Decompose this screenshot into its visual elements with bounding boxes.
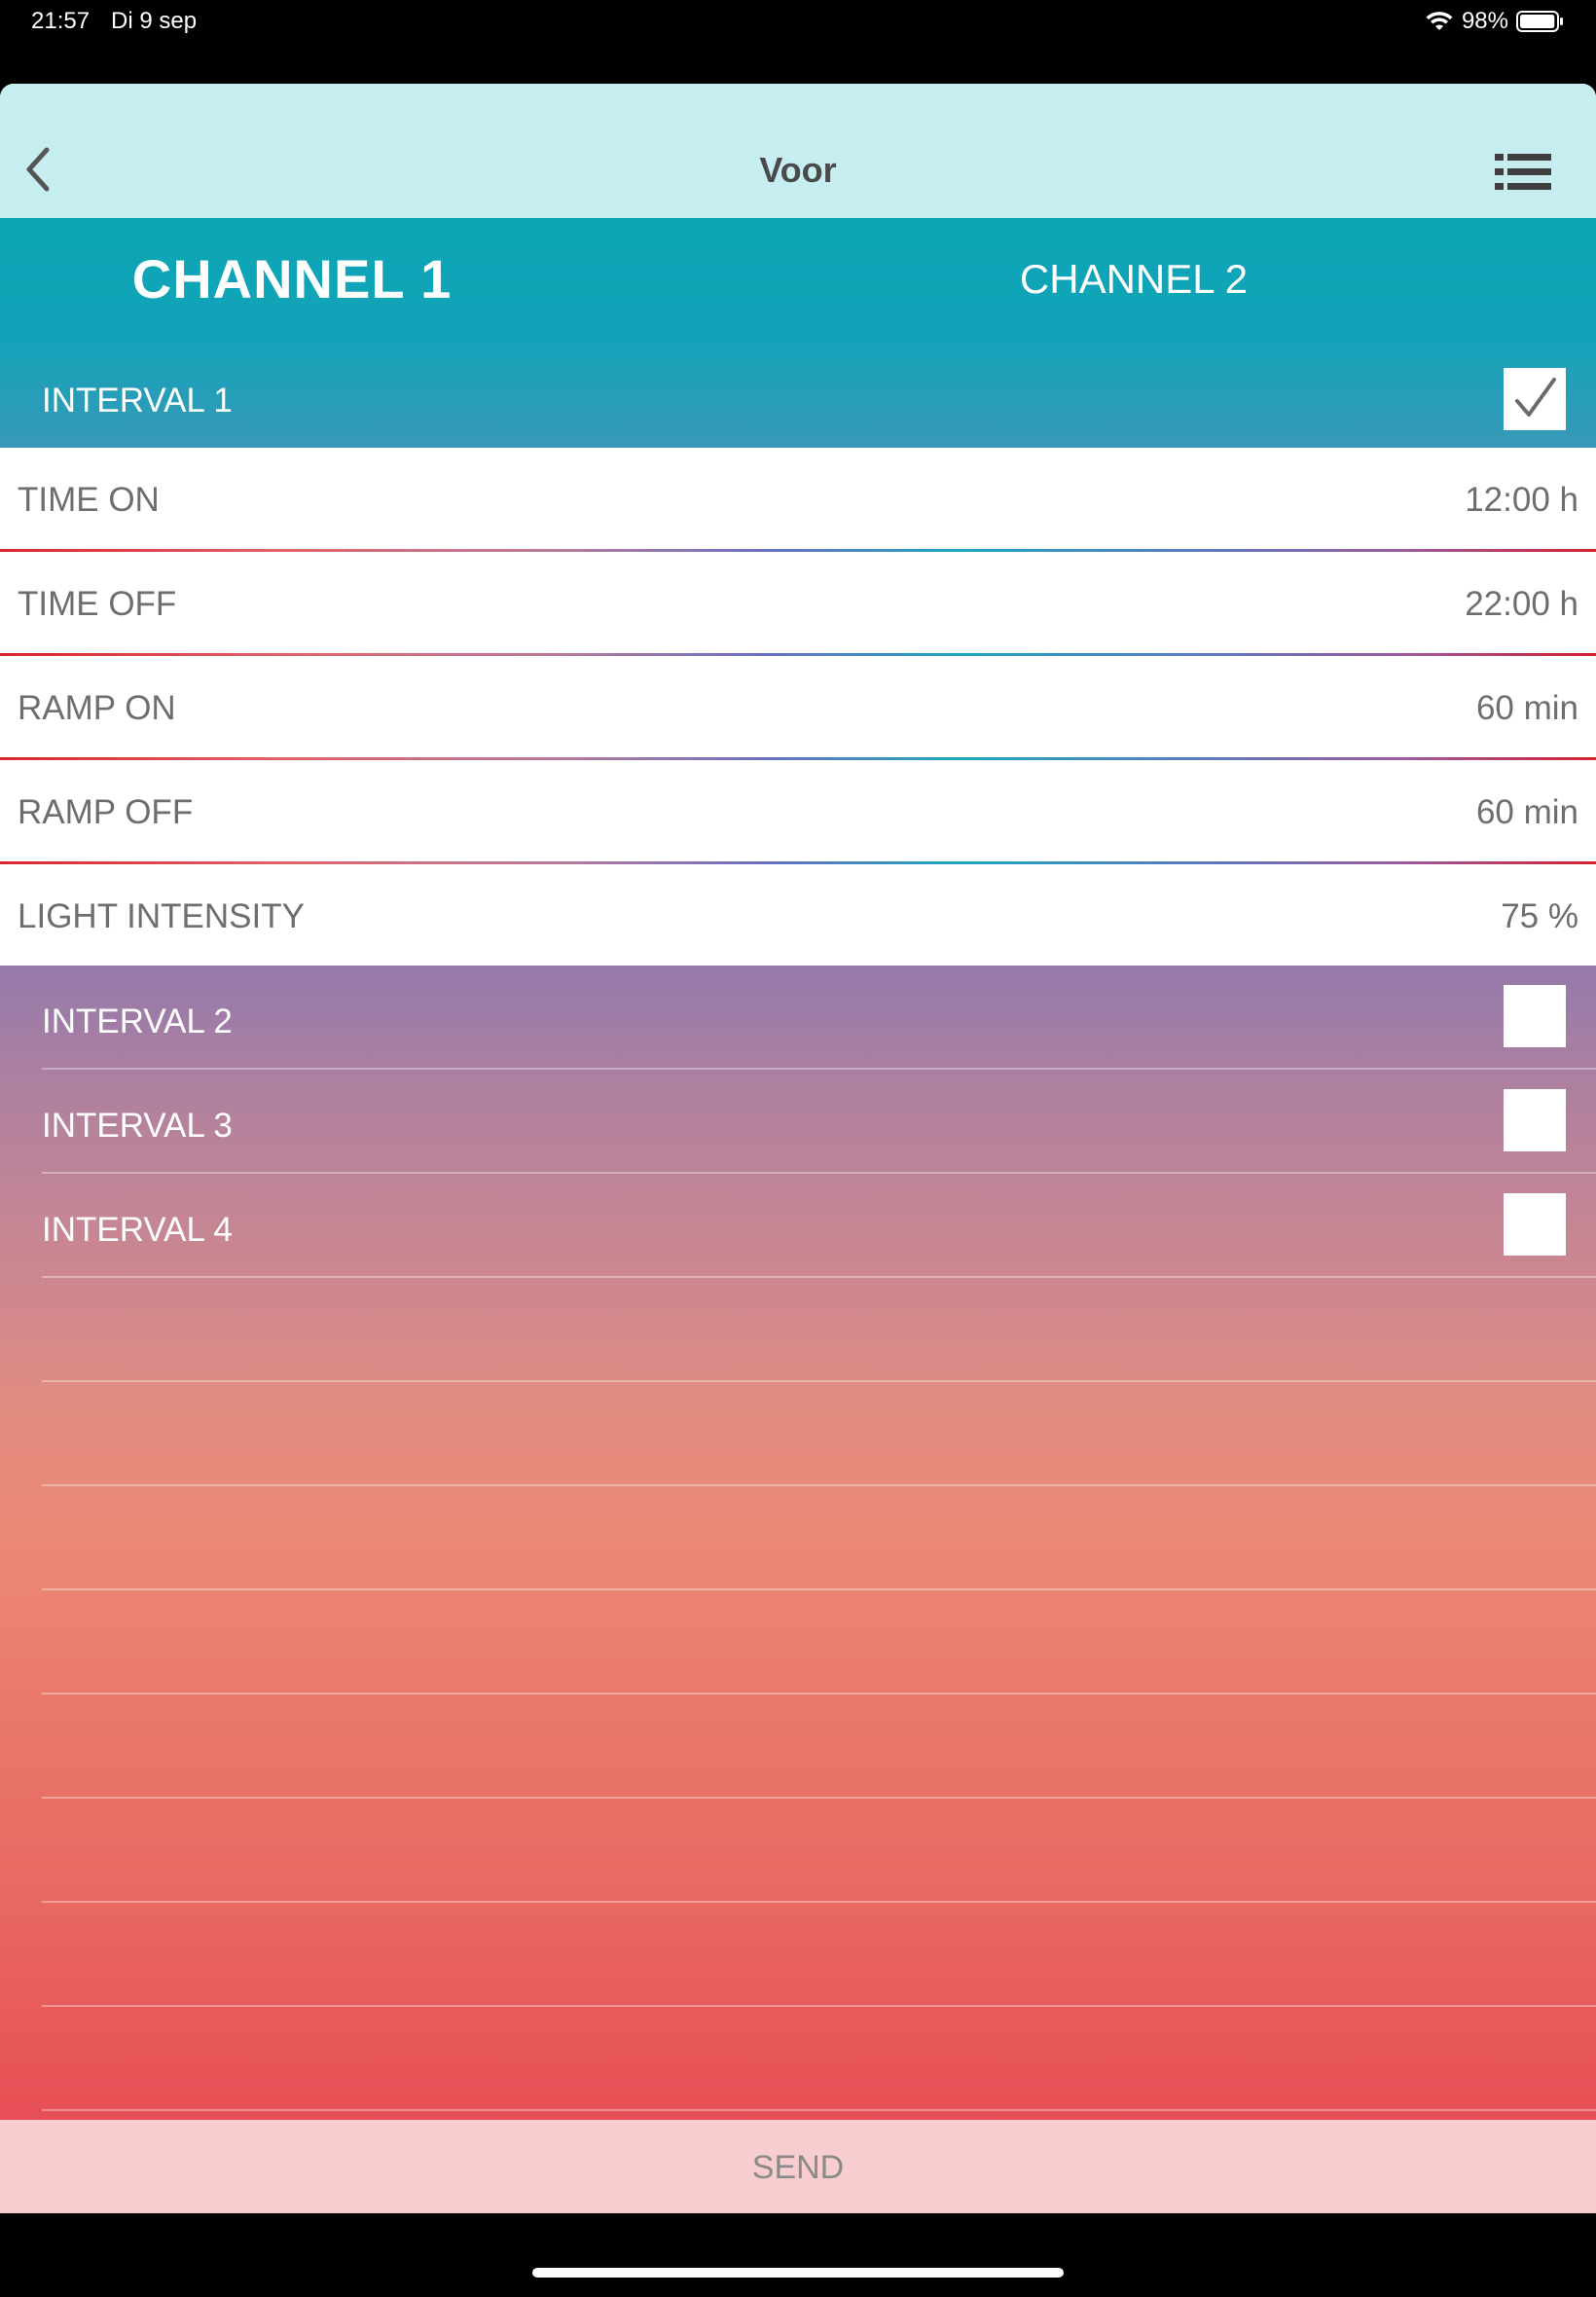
setting-label: RAMP ON [18,689,176,727]
wifi-icon [1426,12,1453,30]
empty-row [0,1799,1596,1903]
interval-1-checkbox[interactable] [1504,368,1566,430]
empty-row [0,1695,1596,1799]
interval-list: INTERVAL 2 INTERVAL 3 INTERVAL 4 [0,966,1596,2126]
interval-row-3[interactable]: INTERVAL 3 [0,1070,1596,1174]
tab-channel-1[interactable]: CHANNEL 1 [0,218,798,341]
empty-row [0,1382,1596,1486]
interval-label: INTERVAL 2 [42,1003,233,1040]
home-indicator[interactable] [532,2268,1064,2278]
list-icon[interactable] [1495,152,1551,193]
empty-row [0,1278,1596,1382]
interval-2-checkbox[interactable] [1504,985,1566,1047]
checkmark-icon [1515,378,1556,417]
interval-4-checkbox[interactable] [1504,1193,1566,1256]
setting-value: 60 min [1475,689,1578,727]
setting-label: TIME ON [18,481,160,519]
interval-settings: TIME ON 12:00 h TIME OFF 22:00 h RAMP ON… [0,448,1596,966]
setting-value: 75 % [1501,897,1578,935]
empty-row [0,1590,1596,1695]
setting-label: RAMP OFF [18,793,194,831]
status-time: 21:57 [31,8,91,34]
page-title: Voor [759,150,837,190]
setting-row-ramp-off[interactable]: RAMP OFF 60 min [0,760,1596,864]
screen: 21:57 Di 9 sep 98% Voor CHANNEL 1 CHANNE… [0,0,1596,2297]
navigation-bar: Voor [0,84,1596,220]
channel-tabs: CHANNEL 1 CHANNEL 2 INTERVAL 1 [0,218,1596,448]
empty-row [0,1903,1596,2007]
send-label: SEND [751,2149,845,2186]
interval-label: INTERVAL 1 [42,382,233,419]
setting-value: 60 min [1475,793,1578,831]
empty-row [0,1486,1596,1590]
tab-channel-2[interactable]: CHANNEL 2 [798,218,1596,341]
setting-label: TIME OFF [18,585,177,623]
status-indicators: 98% [1425,8,1565,35]
interval-row-1[interactable]: INTERVAL 1 [0,341,1596,448]
battery-percent: 98% [1461,8,1508,34]
setting-value: 12:00 h [1465,481,1578,519]
status-bar: 21:57 Di 9 sep 98% [0,0,1596,84]
battery-icon [1516,11,1563,32]
setting-row-light-intensity[interactable]: LIGHT INTENSITY 75 % [0,864,1596,968]
setting-value: 22:00 h [1465,585,1578,623]
setting-row-time-off[interactable]: TIME OFF 22:00 h [0,552,1596,656]
interval-3-checkbox[interactable] [1504,1089,1566,1151]
setting-label: LIGHT INTENSITY [18,897,305,935]
setting-row-time-on[interactable]: TIME ON 12:00 h [0,448,1596,552]
app-window: Voor CHANNEL 1 CHANNEL 2 INTERVAL 1 TIME… [0,84,1596,2213]
divider [42,2109,1596,2111]
interval-label: INTERVAL 4 [42,1211,233,1249]
status-date: Di 9 sep [111,8,198,34]
send-button[interactable]: SEND [0,2120,1596,2213]
interval-row-4[interactable]: INTERVAL 4 [0,1174,1596,1278]
interval-label: INTERVAL 3 [42,1107,233,1145]
interval-row-2[interactable]: INTERVAL 2 [0,966,1596,1070]
empty-row [0,2007,1596,2111]
setting-row-ramp-on[interactable]: RAMP ON 60 min [0,656,1596,760]
